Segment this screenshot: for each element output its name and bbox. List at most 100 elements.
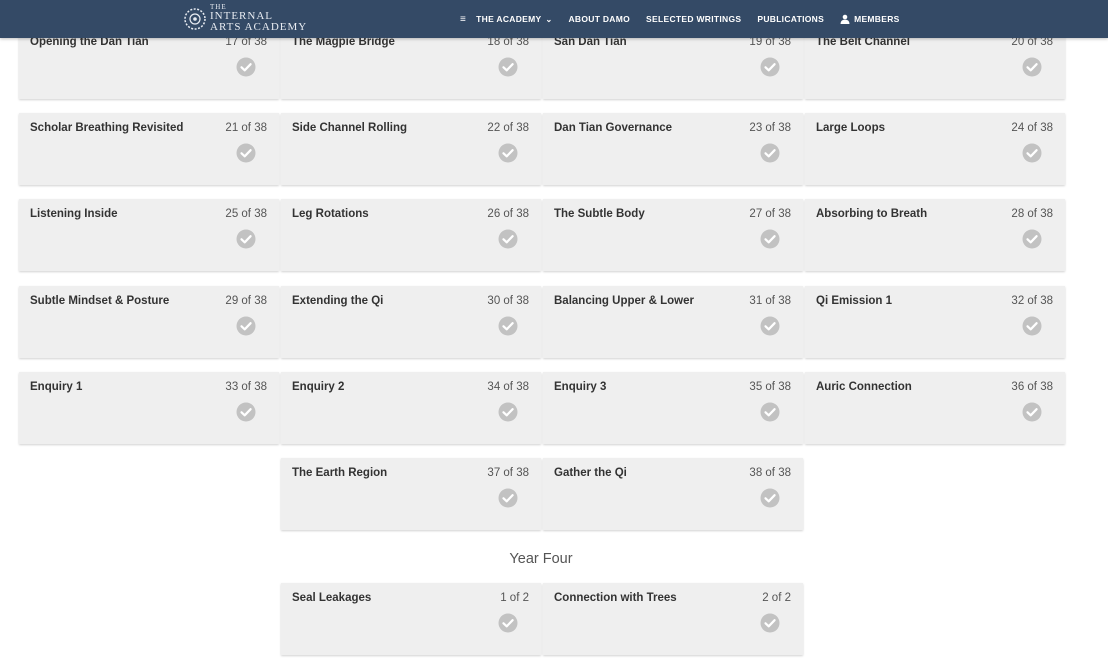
lesson-count: 29 of 38 <box>225 295 267 307</box>
lesson-title: The Earth Region <box>292 467 388 479</box>
check-circle-icon <box>236 316 256 336</box>
lesson-count: 28 of 38 <box>1011 208 1053 220</box>
lesson-count: 24 of 38 <box>1011 122 1053 134</box>
lesson-count: 23 of 38 <box>749 122 791 134</box>
check-circle-icon <box>760 316 780 336</box>
lesson-card[interactable]: Balancing Upper & Lower 31 of 38 <box>543 286 803 358</box>
lesson-card[interactable]: Leg Rotations 26 of 38 <box>281 199 541 271</box>
lesson-card[interactable]: The Earth Region 37 of 38 <box>281 458 541 530</box>
lesson-title: Gather the Qi <box>554 467 627 479</box>
lesson-card[interactable]: Listening Inside 25 of 38 <box>19 199 279 271</box>
lesson-count: 22 of 38 <box>487 122 529 134</box>
lesson-card[interactable]: Large Loops 24 of 38 <box>805 113 1065 185</box>
main-menu: ≡ THE ACADEMY ⌄ ABOUT DAMO SELECTED WRIT… <box>460 0 916 38</box>
nav-members[interactable]: MEMBERS <box>840 14 900 24</box>
lesson-count: 1 of 2 <box>500 592 529 604</box>
nav-the-academy-label: THE ACADEMY <box>476 14 542 24</box>
lesson-count: 2 of 2 <box>762 592 791 604</box>
nav-publications[interactable]: PUBLICATIONS <box>757 14 824 24</box>
lesson-count: 21 of 38 <box>225 122 267 134</box>
lesson-card[interactable]: Connection with Trees 2 of 2 <box>543 583 803 655</box>
lesson-card[interactable]: Subtle Mindset & Posture 29 of 38 <box>19 286 279 358</box>
chevron-down-icon: ⌄ <box>545 14 553 24</box>
lesson-title: Absorbing to Breath <box>816 208 928 220</box>
check-circle-icon <box>1022 57 1042 77</box>
lesson-title: Extending the Qi <box>292 295 384 307</box>
check-circle-icon <box>236 229 256 249</box>
check-circle-icon <box>498 57 518 77</box>
logo-text: THE INTERNAL ARTS ACADEMY <box>210 4 307 33</box>
lesson-count: 30 of 38 <box>487 295 529 307</box>
nav-selected-writings-label: SELECTED WRITINGS <box>646 14 742 24</box>
lesson-count: 34 of 38 <box>487 381 529 393</box>
nav-selected-writings[interactable]: SELECTED WRITINGS <box>646 14 741 24</box>
nav-about-damo[interactable]: ABOUT DAMO <box>568 14 630 24</box>
check-circle-icon <box>760 488 780 508</box>
check-circle-icon <box>498 402 518 422</box>
logo-emblem-icon <box>184 7 206 30</box>
nav-the-academy[interactable]: THE ACADEMY ⌄ <box>476 14 552 24</box>
lesson-title: Seal Leakages <box>292 592 372 604</box>
check-circle-icon <box>760 402 780 422</box>
check-circle-icon <box>236 57 256 77</box>
lesson-title: Large Loops <box>816 122 886 134</box>
lesson-title: Dan Tian Governance <box>554 122 673 134</box>
check-circle-icon <box>760 143 780 163</box>
lesson-title: Side Channel Rolling <box>292 122 408 134</box>
logo-line-3: ARTS ACADEMY <box>210 21 308 33</box>
nav-members-label: MEMBERS <box>854 14 900 24</box>
lesson-card[interactable]: Auric Connection 36 of 38 <box>805 372 1065 444</box>
lesson-card[interactable]: Qi Emission 1 32 of 38 <box>805 286 1065 358</box>
lesson-title: The Subtle Body <box>554 208 645 220</box>
check-circle-icon <box>760 613 780 633</box>
lesson-title: Enquiry 3 <box>554 381 607 393</box>
check-circle-icon <box>760 229 780 249</box>
check-circle-icon <box>498 229 518 249</box>
lesson-count: 25 of 38 <box>225 208 267 220</box>
check-circle-icon <box>1022 402 1042 422</box>
lesson-count: 35 of 38 <box>749 381 791 393</box>
lesson-card[interactable]: Scholar Breathing Revisited 21 of 38 <box>19 113 279 185</box>
nav-about-damo-label: ABOUT DAMO <box>568 14 631 24</box>
lesson-card[interactable]: Dan Tian Governance 23 of 38 <box>543 113 803 185</box>
lesson-card[interactable]: Absorbing to Breath 28 of 38 <box>805 199 1065 271</box>
lesson-count: 38 of 38 <box>749 467 791 479</box>
check-circle-icon <box>236 402 256 422</box>
lesson-count: 27 of 38 <box>749 208 791 220</box>
check-circle-icon <box>1022 316 1042 336</box>
lesson-title: Auric Connection <box>816 381 912 393</box>
check-circle-icon <box>498 316 518 336</box>
lesson-count: 36 of 38 <box>1011 381 1053 393</box>
check-circle-icon <box>498 143 518 163</box>
lesson-title: Qi Emission 1 <box>816 295 893 307</box>
lesson-card[interactable]: Enquiry 3 35 of 38 <box>543 372 803 444</box>
lesson-card[interactable]: The Subtle Body 27 of 38 <box>543 199 803 271</box>
lesson-title: Connection with Trees <box>554 592 677 604</box>
lesson-title: Balancing Upper & Lower <box>554 295 694 307</box>
lesson-count: 31 of 38 <box>749 295 791 307</box>
lesson-count: 26 of 38 <box>487 208 529 220</box>
hamburger-icon[interactable]: ≡ <box>460 14 466 25</box>
lesson-card[interactable]: Enquiry 2 34 of 38 <box>281 372 541 444</box>
lesson-count: 33 of 38 <box>225 381 267 393</box>
check-circle-icon <box>1022 229 1042 249</box>
lesson-card[interactable]: Extending the Qi 30 of 38 <box>281 286 541 358</box>
check-circle-icon <box>760 57 780 77</box>
lesson-card[interactable]: Enquiry 1 33 of 38 <box>19 372 279 444</box>
user-icon <box>840 14 850 24</box>
lesson-title: Enquiry 1 <box>30 381 83 393</box>
lesson-card[interactable]: Seal Leakages 1 of 2 <box>281 583 541 655</box>
section-heading-year-four: Year Four <box>509 551 573 567</box>
lesson-card[interactable]: Side Channel Rolling 22 of 38 <box>281 113 541 185</box>
lesson-count: 37 of 38 <box>487 467 529 479</box>
lesson-count: 32 of 38 <box>1011 295 1053 307</box>
check-circle-icon <box>236 143 256 163</box>
lesson-title: Leg Rotations <box>292 208 369 220</box>
lesson-title: Listening Inside <box>30 208 118 220</box>
site-logo[interactable]: THE INTERNAL ARTS ACADEMY <box>184 4 307 33</box>
top-navigation-bar: THE INTERNAL ARTS ACADEMY ≡ THE ACADEMY … <box>0 0 1108 38</box>
lesson-title: Subtle Mindset & Posture <box>30 295 170 307</box>
lesson-card[interactable]: Gather the Qi 38 of 38 <box>543 458 803 530</box>
check-circle-icon <box>498 613 518 633</box>
lesson-title: Enquiry 2 <box>292 381 345 393</box>
